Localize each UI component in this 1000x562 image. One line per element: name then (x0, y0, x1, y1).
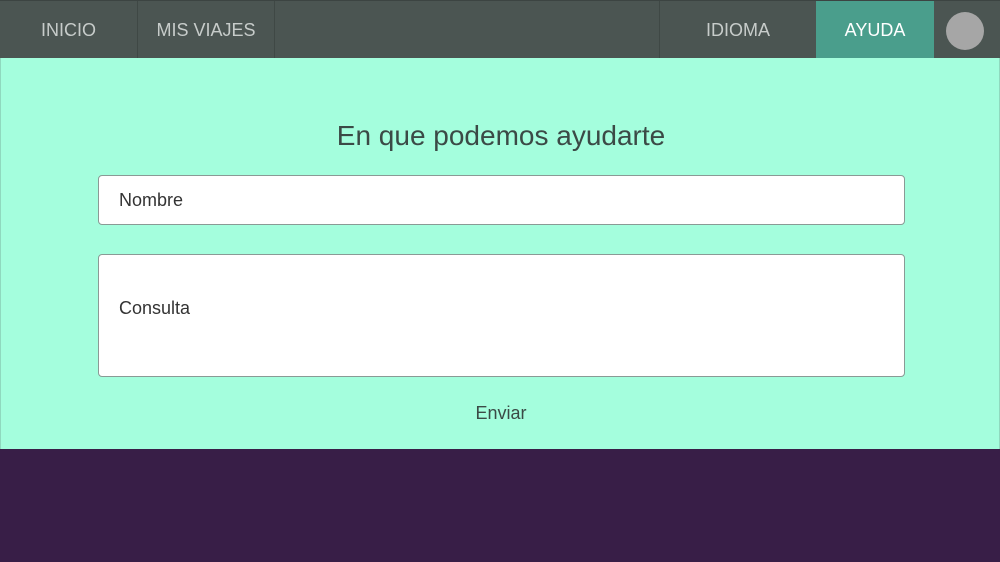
nav-mis-viajes[interactable]: MIS VIAJES (138, 1, 275, 59)
nav-idioma[interactable]: IDIOMA (659, 1, 816, 59)
query-textarea[interactable] (98, 254, 905, 377)
name-input[interactable] (98, 175, 905, 225)
footer-area (0, 449, 1000, 562)
help-panel: En que podemos ayudarte Enviar (0, 58, 1000, 449)
nav-inicio[interactable]: INICIO (0, 1, 138, 59)
top-navbar: INICIO MIS VIAJES IDIOMA AYUDA (0, 0, 1000, 59)
nav-ayuda-active[interactable]: AYUDA (816, 1, 934, 59)
avatar[interactable] (946, 12, 984, 50)
send-button[interactable]: Enviar (451, 398, 551, 428)
page-title: En que podemos ayudarte (336, 120, 666, 151)
